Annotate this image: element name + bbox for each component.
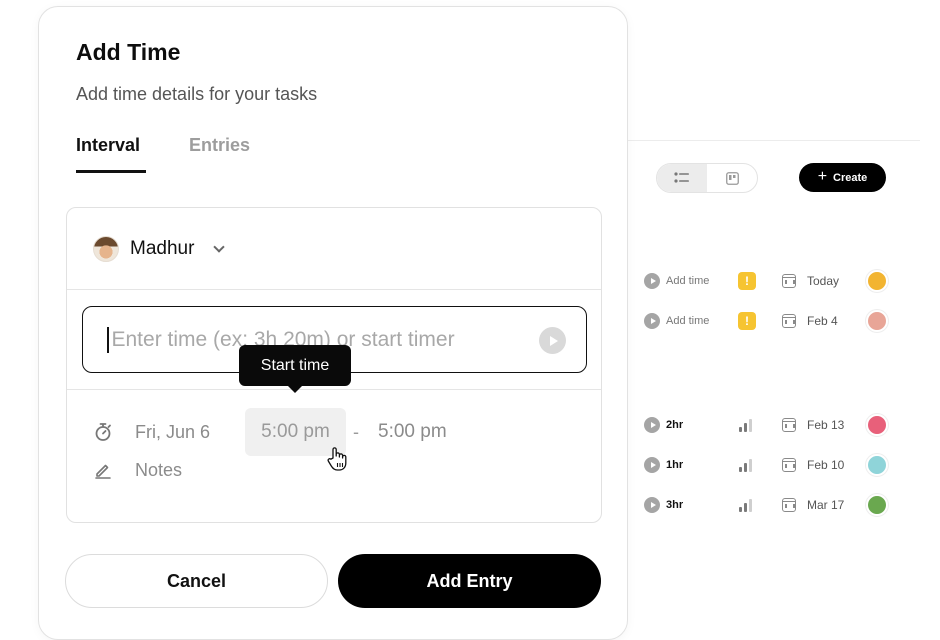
page: + Create Add time ! Today Add time ! Feb…	[0, 0, 940, 640]
task-date[interactable]: Feb 4	[796, 314, 866, 328]
board-view-icon	[725, 171, 739, 185]
task-row[interactable]: 1hr Feb 10	[644, 452, 904, 478]
modal-title: Add Time	[76, 39, 181, 65]
text-caret	[107, 326, 109, 353]
user-selector[interactable]: Madhur	[67, 208, 601, 290]
create-button[interactable]: + Create	[799, 163, 886, 192]
modal-subtitle: Add time details for your tasks	[76, 84, 318, 104]
priority-cell[interactable]: !	[738, 272, 782, 290]
play-icon[interactable]	[644, 417, 660, 433]
board-view-option[interactable]	[707, 164, 757, 192]
start-time-tooltip: Start time	[239, 345, 351, 393]
task-time[interactable]: 3hr	[660, 499, 738, 511]
assignee-avatar[interactable]	[866, 414, 888, 436]
urgent-priority-icon: !	[738, 272, 756, 290]
play-icon[interactable]	[644, 273, 660, 289]
task-row[interactable]: 2hr Feb 13	[644, 412, 904, 438]
calendar-icon	[782, 498, 796, 512]
priority-cell[interactable]	[738, 458, 782, 472]
priority-cell[interactable]	[738, 418, 782, 432]
tab-entries[interactable]: Entries	[189, 135, 250, 156]
play-icon[interactable]	[644, 457, 660, 473]
task-row[interactable]: Add time ! Today	[644, 268, 904, 294]
start-timer-icon[interactable]	[539, 327, 566, 354]
chevron-down-icon	[213, 240, 226, 253]
play-icon[interactable]	[644, 313, 660, 329]
calendar-icon	[782, 314, 796, 328]
notes-field[interactable]: Notes	[135, 460, 182, 481]
list-view-icon	[674, 172, 689, 183]
pencil-icon	[95, 464, 111, 479]
background-panel	[628, 140, 920, 640]
stopwatch-icon	[95, 423, 111, 441]
hand-pointer-icon	[327, 447, 347, 471]
medium-priority-icon	[739, 458, 752, 472]
add-time-modal: Add Time Add time details for your tasks…	[38, 6, 628, 640]
task-date[interactable]: Mar 17	[796, 498, 866, 512]
task-row[interactable]: 3hr Mar 17	[644, 492, 904, 518]
priority-cell[interactable]	[738, 498, 782, 512]
view-toggle[interactable]	[656, 163, 758, 193]
calendar-icon	[782, 458, 796, 472]
assignee-avatar[interactable]	[866, 270, 888, 292]
task-time[interactable]: Add time	[660, 315, 738, 327]
tab-interval[interactable]: Interval	[76, 135, 140, 156]
calendar-icon	[782, 274, 796, 288]
end-time-field[interactable]: 5:00 pm	[378, 421, 447, 443]
urgent-priority-icon: !	[738, 312, 756, 330]
assignee-avatar[interactable]	[866, 454, 888, 476]
add-entry-button[interactable]: Add Entry	[338, 554, 601, 608]
user-name: Madhur	[130, 237, 195, 259]
entry-date[interactable]: Fri, Jun 6	[135, 422, 210, 443]
assignee-avatar[interactable]	[866, 494, 888, 516]
divider	[67, 389, 601, 390]
task-date[interactable]: Feb 13	[796, 418, 866, 432]
calendar-icon	[782, 418, 796, 432]
medium-priority-icon	[739, 418, 752, 432]
task-time[interactable]: 2hr	[660, 419, 738, 431]
task-time[interactable]: Add time	[660, 275, 738, 287]
task-date[interactable]: Today	[796, 274, 866, 288]
assignee-avatar[interactable]	[866, 310, 888, 332]
time-separator: -	[353, 421, 359, 442]
avatar	[93, 235, 119, 262]
active-tab-indicator	[76, 170, 146, 173]
plus-icon: +	[817, 167, 828, 185]
medium-priority-icon	[739, 498, 752, 512]
create-button-label: Create	[833, 171, 868, 184]
list-view-option[interactable]	[657, 164, 707, 192]
task-time[interactable]: 1hr	[660, 459, 738, 471]
play-icon[interactable]	[644, 497, 660, 513]
cancel-button[interactable]: Cancel	[65, 554, 328, 608]
task-date[interactable]: Feb 10	[796, 458, 866, 472]
task-row[interactable]: Add time ! Feb 4	[644, 308, 904, 334]
priority-cell[interactable]: !	[738, 312, 782, 330]
